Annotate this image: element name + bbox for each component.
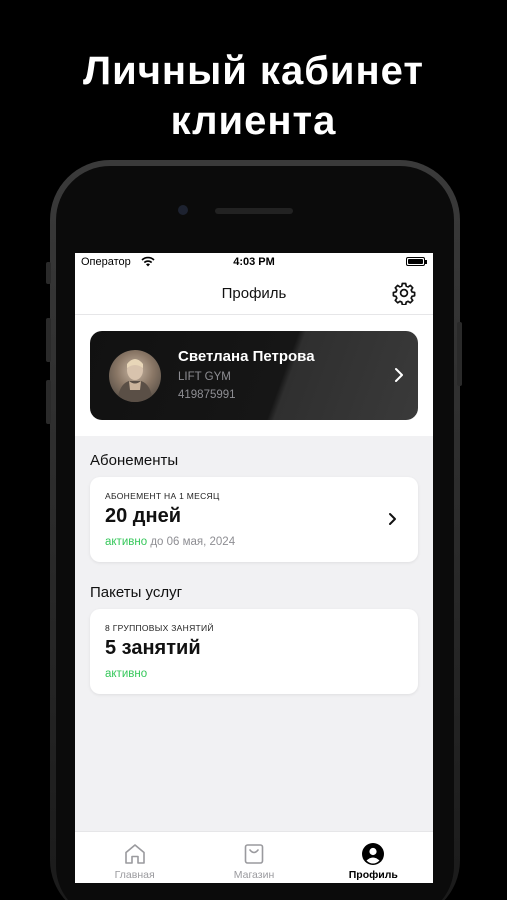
tab-home-label: Главная	[114, 869, 155, 881]
navigation-bar: Профиль	[75, 273, 433, 315]
page-title: Профиль	[221, 285, 287, 302]
tab-profile[interactable]: Профиль	[314, 832, 433, 883]
profile-icon	[362, 843, 385, 865]
membership-status-active: активно	[105, 536, 148, 548]
membership-caption: АБОНЕМЕНТ НА 1 МЕСЯЦ	[105, 491, 220, 501]
earpiece-speaker	[215, 208, 293, 214]
membership-card[interactable]: АБОНЕМЕНТ НА 1 МЕСЯЦ 20 дней активно до …	[90, 477, 418, 562]
tab-bar: Главная Магазин Профиль	[75, 831, 433, 883]
package-status-active: активно	[105, 668, 148, 680]
tab-profile-label: Профиль	[348, 869, 398, 881]
packages-section-title: Пакеты услуг	[90, 584, 183, 601]
package-caption: 8 ГРУППОВЫХ ЗАНЯТИЙ	[105, 623, 214, 633]
profile-client-id: 419875991	[178, 389, 236, 401]
tab-home[interactable]: Главная	[75, 832, 194, 883]
package-sessions-left: 5 занятий	[105, 637, 201, 659]
membership-status: активно до 06 мая, 2024	[105, 536, 235, 548]
promo-headline-line2: клиента	[170, 99, 337, 143]
shopping-bag-icon	[244, 844, 264, 864]
promo-headline: Личный кабинет клиента	[0, 46, 507, 146]
promo-headline-line1: Личный кабинет	[83, 49, 424, 93]
phone-volume-up	[46, 318, 51, 362]
app-screen: Оператор 4:03 PM Профиль Светлана Петров…	[75, 253, 433, 900]
profile-card[interactable]: Светлана Петрова LIFT GYM 419875991	[90, 331, 418, 420]
package-status: активно	[105, 668, 147, 680]
chevron-right-icon	[389, 513, 396, 525]
tab-shop[interactable]: Магазин	[194, 832, 313, 883]
battery-icon	[406, 257, 427, 266]
avatar	[109, 350, 161, 402]
membership-days-left: 20 дней	[105, 505, 181, 527]
phone-volume-down	[46, 380, 51, 424]
phone-mute-switch	[46, 262, 51, 284]
profile-section: Светлана Петрова LIFT GYM 419875991	[75, 315, 433, 436]
membership-valid-until: до 06 мая, 2024	[150, 536, 236, 548]
gear-icon[interactable]	[392, 281, 416, 305]
memberships-section-title: Абонементы	[90, 452, 179, 469]
tab-shop-label: Магазин	[233, 869, 275, 881]
status-time: 4:03 PM	[233, 256, 275, 268]
profile-name: Светлана Петрова	[178, 348, 315, 365]
phone-power-button	[457, 322, 462, 386]
screen-bottom-edge	[75, 883, 433, 900]
package-card[interactable]: 8 ГРУППОВЫХ ЗАНЯТИЙ 5 занятий активно	[90, 609, 418, 694]
chevron-right-icon	[395, 368, 403, 382]
front-camera	[178, 205, 188, 215]
home-icon	[124, 844, 145, 864]
profile-gym: LIFT GYM	[178, 371, 231, 383]
status-bar: Оператор 4:03 PM	[75, 253, 433, 273]
